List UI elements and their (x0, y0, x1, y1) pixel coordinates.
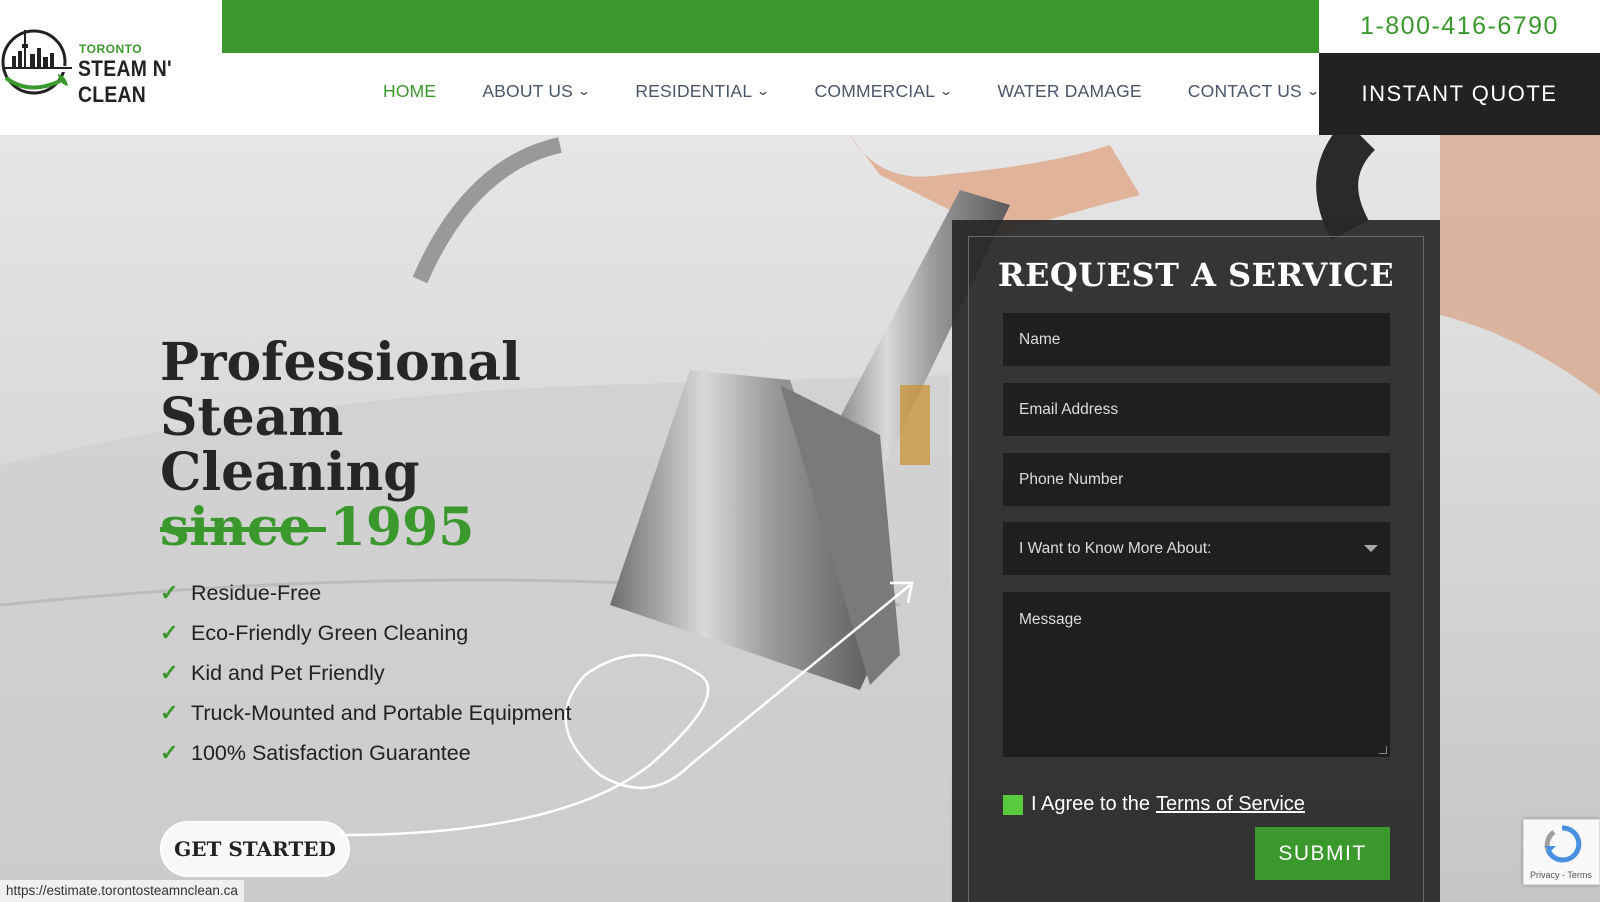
feature-list: ✓ Residue-Free ✓ Eco-Friendly Green Clea… (160, 573, 571, 773)
list-item: ✓ Kid and Pet Friendly (160, 653, 571, 693)
caret-down-icon (1364, 545, 1378, 552)
nav-residential-label: RESIDENTIAL (635, 80, 753, 101)
headline-line-1: Professional Steam (160, 332, 521, 448)
check-icon: ✓ (160, 660, 179, 685)
feature-text: Truck-Mounted and Portable Equipment (191, 700, 572, 725)
nav-home-label: HOME (383, 80, 437, 101)
chevron-down-icon: ⌄ (756, 84, 771, 98)
chevron-down-icon: ⌄ (1305, 84, 1321, 98)
list-item: ✓ Truck-Mounted and Portable Equipment (160, 693, 571, 733)
check-icon: ✓ (160, 700, 179, 725)
phone-field[interactable]: Phone Number (1003, 453, 1390, 506)
message-field[interactable]: Message (1003, 592, 1390, 757)
recaptcha-icon (1544, 825, 1582, 863)
request-service-form: REQUEST A SERVICE Name Email Address Pho… (952, 220, 1440, 902)
form-title: REQUEST A SERVICE (997, 256, 1395, 294)
resize-grip-icon[interactable] (1379, 746, 1387, 754)
site-logo[interactable]: TORONTO STEAM N' CLEAN (0, 24, 230, 107)
submit-button[interactable]: SUBMIT (1255, 827, 1390, 880)
feature-text: Kid and Pet Friendly (191, 660, 385, 685)
phone-link[interactable]: 1-800-416-6790 (1360, 12, 1559, 41)
nav-water-damage-label: WATER DAMAGE (997, 80, 1142, 101)
message-placeholder: Message (1019, 611, 1082, 628)
nav-contact-us-label: CONTACT US (1187, 80, 1302, 101)
agree-text: I Agree to the (1031, 793, 1150, 815)
nav-about-us-label: ABOUT US (482, 80, 574, 101)
nav-home[interactable]: HOME (383, 81, 436, 102)
logo-city-text: TORONTO (79, 42, 143, 56)
feature-text: 100% Satisfaction Guarantee (191, 740, 471, 765)
get-started-button[interactable]: GET STARTED (160, 821, 350, 877)
chevron-down-icon: ⌄ (939, 84, 954, 98)
hero-headline: Professional Steam Cleaning since 1995 (160, 335, 720, 555)
phone-box: 1-800-416-6790 (1319, 0, 1600, 53)
terms-checkbox[interactable] (1003, 794, 1023, 815)
check-icon: ✓ (160, 740, 179, 765)
hero-section: Professional Steam Cleaning since 1995 ✓… (0, 135, 1600, 902)
nav-water-damage[interactable]: WATER DAMAGE (997, 81, 1141, 102)
status-bar-url: https://estimate.torontosteamnclean.ca (0, 879, 245, 902)
headline-divider (160, 527, 326, 532)
top-green-bar (222, 0, 1319, 53)
interest-select-value: I Want to Know More About: (1019, 539, 1212, 557)
interest-select[interactable]: I Want to Know More About: (1003, 522, 1390, 575)
feature-text: Residue-Free (191, 580, 322, 605)
toronto-skyline-logo-icon (1, 29, 72, 95)
list-item: ✓ Eco-Friendly Green Cleaning (160, 613, 571, 653)
chevron-down-icon: ⌄ (577, 84, 592, 98)
nav-about-us[interactable]: ABOUT US ⌄ (482, 80, 592, 102)
check-icon: ✓ (160, 620, 179, 645)
feature-text: Eco-Friendly Green Cleaning (191, 620, 469, 645)
check-icon: ✓ (160, 580, 179, 605)
nav-commercial-label: COMMERCIAL (814, 80, 936, 101)
nav-contact-us[interactable]: CONTACT US ⌄ (1187, 80, 1321, 102)
name-field[interactable]: Name (1003, 313, 1390, 366)
nav-residential[interactable]: RESIDENTIAL ⌄ (635, 80, 771, 102)
list-item: ✓ 100% Satisfaction Guarantee (160, 733, 571, 773)
recaptcha-badge[interactable]: Privacy - Terms (1523, 819, 1600, 885)
headline-line-2: Cleaning (160, 442, 420, 503)
logo-brand-text: STEAM N' CLEAN (78, 56, 172, 107)
nav-commercial[interactable]: COMMERCIAL ⌄ (814, 80, 954, 102)
main-nav: HOME ABOUT US ⌄ RESIDENTIAL ⌄ COMMERCIAL… (383, 76, 1364, 106)
terms-agreement: I Agree to the Terms of Service (1003, 793, 1305, 816)
terms-of-service-link[interactable]: Terms of Service (1156, 793, 1305, 816)
recaptcha-text[interactable]: Privacy - Terms (1530, 870, 1592, 880)
site-header: 1-800-416-6790 INSTANT QUOTE TORONTO STE… (0, 0, 1600, 135)
email-field[interactable]: Email Address (1003, 383, 1390, 436)
list-item: ✓ Residue-Free (160, 573, 571, 613)
